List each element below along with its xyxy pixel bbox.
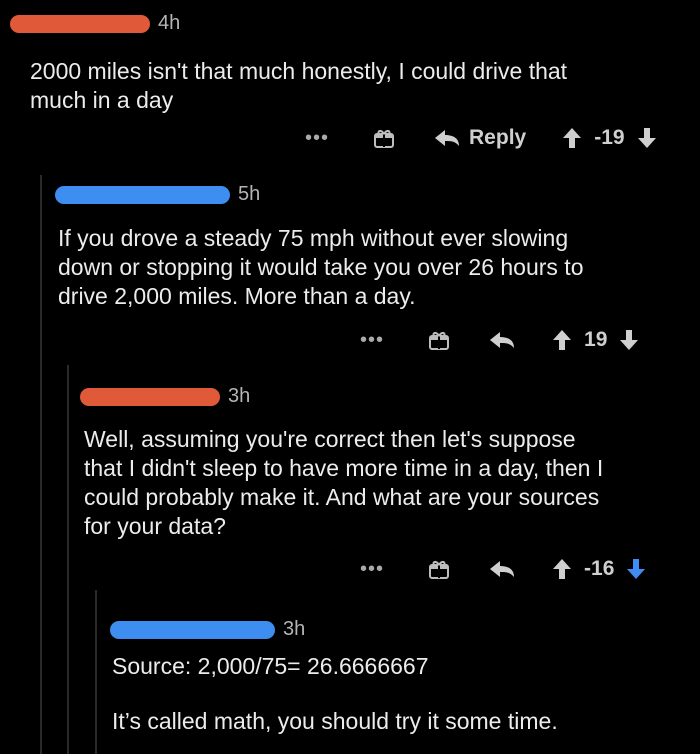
comment-2-body: If you drove a steady 75 mph without eve…	[58, 225, 584, 309]
comment-1-actions: ••• Reply -19	[305, 126, 657, 150]
vote-score: 19	[584, 328, 608, 351]
comment-3-actions: ••• -16	[360, 557, 646, 581]
more-icon[interactable]: •••	[360, 558, 384, 581]
comment-1-body: 2000 miles isn't that much honestly, I c…	[30, 58, 568, 113]
vote-controls: -19	[562, 126, 656, 150]
comment-timestamp: 4h	[158, 12, 181, 34]
comment-timestamp: 5h	[238, 183, 261, 205]
comment-4-line-1: Source: 2,000/75= 26.6666667	[112, 653, 429, 679]
upvote-icon[interactable]	[552, 558, 572, 580]
reply-label: Reply	[469, 126, 527, 149]
thread-line-3	[95, 590, 97, 754]
reply-arrow-icon	[490, 332, 515, 348]
username-redaction	[10, 14, 150, 33]
username-redaction	[110, 620, 275, 639]
downvote-icon[interactable]	[619, 329, 639, 351]
downvote-icon[interactable]	[637, 127, 657, 149]
reply-arrow-icon	[490, 561, 515, 577]
comment-1-meta: 4h	[10, 12, 180, 35]
comment-2-actions: ••• 19	[360, 328, 639, 352]
thread-line-1	[40, 175, 42, 754]
upvote-icon[interactable]	[552, 329, 572, 351]
username-redaction	[55, 185, 230, 204]
upvote-icon[interactable]	[562, 127, 582, 149]
gift-icon[interactable]	[428, 329, 450, 351]
comment-timestamp: 3h	[283, 618, 306, 640]
reply-arrow-icon	[435, 130, 460, 146]
comment-4-meta: 3h	[110, 618, 305, 641]
vote-score: -19	[594, 126, 625, 149]
reply-button[interactable]	[488, 330, 516, 350]
more-icon[interactable]: •••	[360, 329, 384, 352]
username-redaction	[80, 387, 220, 406]
reply-button[interactable]	[488, 559, 516, 579]
thread-line-2	[67, 365, 69, 754]
comment-timestamp: 3h	[228, 385, 251, 407]
vote-controls: -16	[552, 557, 646, 581]
comment-3-body: Well, assuming you're correct then let's…	[84, 426, 604, 539]
vote-controls: 19	[552, 328, 639, 352]
gift-icon[interactable]	[373, 127, 395, 149]
more-icon[interactable]: •••	[305, 127, 329, 150]
comment-4-line-2: It’s called math, you should try it some…	[112, 708, 558, 734]
gift-icon[interactable]	[428, 558, 450, 580]
vote-score: -16	[584, 557, 615, 580]
downvote-icon[interactable]	[626, 558, 646, 580]
comment-3-meta: 3h	[80, 385, 250, 408]
comment-2-meta: 5h	[55, 183, 260, 206]
reply-button[interactable]: Reply	[433, 126, 526, 150]
